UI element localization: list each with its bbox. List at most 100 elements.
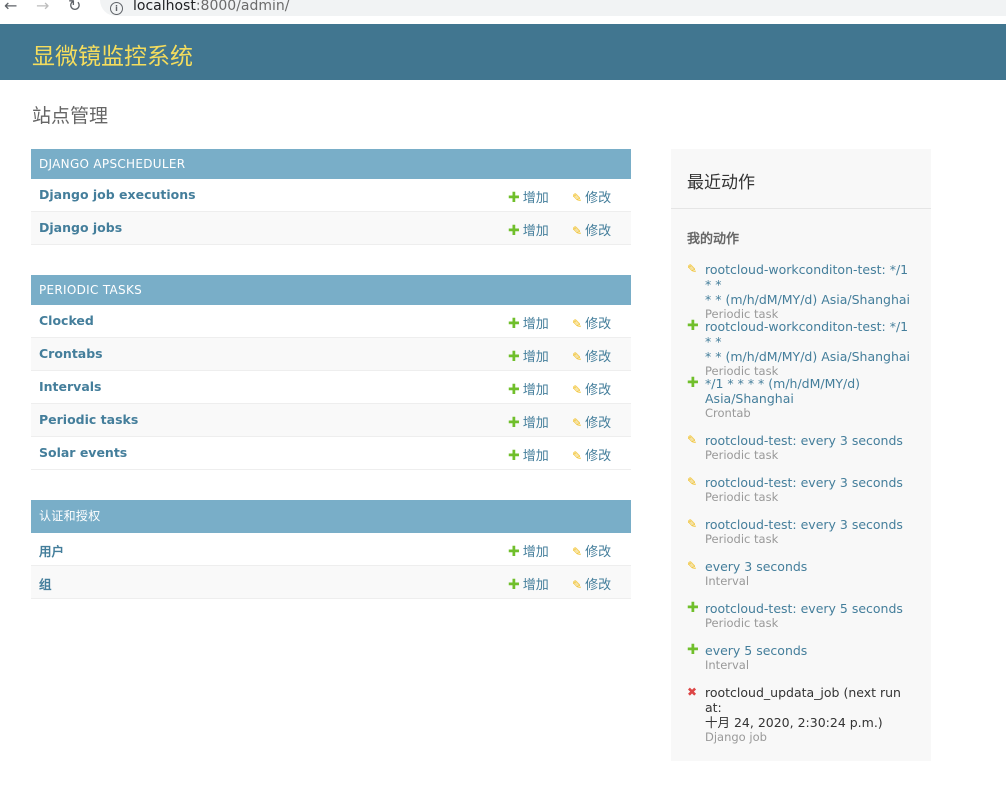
action-model-type: Crontab (705, 406, 751, 420)
plus-icon: ✚ (687, 642, 699, 658)
model-name-link[interactable]: 用户 (39, 541, 64, 560)
module-caption[interactable]: PERIODIC TASKS (31, 275, 631, 305)
change-link[interactable]: ✎ 修改 (572, 541, 611, 560)
site-info-icon[interactable]: i (110, 2, 123, 15)
action-item: ✖ rootcloud_updata_job (next run at: 十月 2… (687, 685, 917, 745)
add-label: 增加 (522, 578, 549, 593)
action-link[interactable]: rootcloud-test: every 3 seconds (705, 433, 917, 448)
add-link[interactable]: ✚ 增加 (508, 379, 549, 398)
recent-actions-title: 最近动作 (687, 173, 755, 193)
change-link[interactable]: ✎ 修改 (572, 379, 611, 398)
action-line: rootcloud-workconditon-test: */1 * * (705, 262, 909, 292)
action-link[interactable]: every 5 seconds (705, 643, 917, 658)
url-host: localhost (133, 0, 196, 14)
action-link[interactable]: rootcloud-workconditon-test: */1 * * * * … (705, 262, 917, 307)
model-name-link[interactable]: Django jobs (39, 220, 122, 235)
action-model-type: Periodic task (705, 490, 779, 504)
action-link[interactable]: rootcloud-test: every 3 seconds (705, 475, 917, 490)
model-name-link[interactable]: Solar events (39, 445, 127, 460)
my-actions-heading: 我的动作 (687, 232, 740, 247)
action-line: rootcloud-test: every 3 seconds (705, 475, 903, 490)
change-link[interactable]: ✎ 修改 (572, 412, 611, 431)
back-icon[interactable]: ← (4, 0, 17, 16)
pencil-icon: ✎ (572, 191, 583, 205)
action-link[interactable]: every 3 seconds (705, 559, 917, 574)
action-model-type: Interval (705, 658, 750, 672)
plus-icon: ✚ (508, 577, 520, 593)
pencil-icon: ✎ (687, 475, 698, 489)
pencil-icon: ✎ (572, 350, 583, 364)
action-item: ✎ rootcloud-test: every 3 seconds Period… (687, 433, 917, 463)
change-link[interactable]: ✎ 修改 (572, 346, 611, 365)
add-link[interactable]: ✚ 增加 (508, 313, 549, 332)
add-label: 增加 (522, 317, 549, 332)
change-link[interactable]: ✎ 修改 (572, 313, 611, 332)
url-path: :8000/admin/ (195, 0, 290, 14)
change-label: 修改 (585, 383, 612, 398)
pencil-icon: ✎ (572, 224, 583, 238)
pencil-icon: ✎ (687, 559, 698, 573)
model-name-link[interactable]: Crontabs (39, 346, 103, 361)
module-auth: 认证和授权 用户 ✚ 增加 ✎ 修改 组 ✚ 增加 ✎ 修改 (31, 500, 631, 599)
action-item: ✎ rootcloud-test: every 3 seconds Period… (687, 475, 917, 505)
recent-actions-panel: 最近动作 我的动作 ✎ rootcloud-workconditon-test:… (671, 149, 931, 761)
model-name-link[interactable]: 组 (39, 574, 52, 593)
model-name-link[interactable]: Clocked (39, 313, 94, 328)
action-item: ✚ */1 * * * * (m/h/dM/MY/d) Asia/Shanghai… (687, 376, 917, 421)
action-link[interactable]: rootcloud-test: every 5 seconds (705, 601, 917, 616)
model-row: Django jobs ✚ 增加 ✎ 修改 (31, 212, 631, 245)
add-link[interactable]: ✚ 增加 (508, 574, 549, 593)
change-link[interactable]: ✎ 修改 (572, 445, 611, 464)
plus-icon: ✚ (508, 544, 520, 560)
change-link[interactable]: ✎ 修改 (572, 187, 611, 206)
action-link[interactable]: rootcloud-test: every 3 seconds (705, 517, 917, 532)
action-link[interactable]: rootcloud-workconditon-test: */1 * * * * … (705, 319, 917, 364)
change-link[interactable]: ✎ 修改 (572, 574, 611, 593)
change-label: 修改 (585, 224, 612, 239)
model-row: Solar events ✚ 增加 ✎ 修改 (31, 437, 631, 470)
model-row: Django job executions ✚ 增加 ✎ 修改 (31, 179, 631, 212)
plus-icon: ✚ (508, 448, 520, 464)
add-link[interactable]: ✚ 增加 (508, 187, 549, 206)
action-text: rootcloud_updata_job (next run at: 十月 24,… (705, 685, 917, 730)
action-link[interactable]: */1 * * * * (m/h/dM/MY/d) Asia/Shanghai (705, 376, 917, 406)
action-model-type: Periodic task (705, 448, 779, 462)
add-link[interactable]: ✚ 增加 (508, 445, 549, 464)
reload-icon[interactable]: ↻ (68, 0, 81, 16)
module-caption[interactable]: 认证和授权 (31, 500, 631, 533)
model-name-link[interactable]: Intervals (39, 379, 101, 394)
plus-icon: ✚ (508, 190, 520, 206)
browser-toolbar: ← → ↻ i localhost:8000/admin/ (0, 0, 1006, 20)
model-name-link[interactable]: Django job executions (39, 187, 196, 202)
pencil-icon: ✎ (687, 433, 698, 447)
action-line: rootcloud-test: every 5 seconds (705, 601, 903, 616)
action-item: ✎ every 3 seconds Interval (687, 559, 917, 589)
change-label: 修改 (585, 578, 612, 593)
plus-icon: ✚ (508, 223, 520, 239)
action-model-type: Django job (705, 730, 767, 744)
action-model-type: Periodic task (705, 532, 779, 546)
plus-icon: ✚ (687, 600, 699, 616)
add-link[interactable]: ✚ 增加 (508, 541, 549, 560)
pencil-icon: ✎ (687, 517, 698, 531)
forward-icon[interactable]: → (36, 0, 49, 16)
model-name-link[interactable]: Periodic tasks (39, 412, 138, 427)
site-branding[interactable]: 显微镜监控系统 (32, 37, 193, 71)
add-link[interactable]: ✚ 增加 (508, 346, 549, 365)
add-link[interactable]: ✚ 增加 (508, 412, 549, 431)
model-row: Crontabs ✚ 增加 ✎ 修改 (31, 338, 631, 371)
divider (671, 208, 931, 209)
pencil-icon: ✎ (572, 449, 583, 463)
admin-header: 显微镜监控系统 (0, 24, 1006, 80)
plus-icon: ✚ (508, 316, 520, 332)
pencil-icon: ✎ (572, 545, 583, 559)
address-text[interactable]: localhost:8000/admin/ (133, 0, 290, 14)
module-caption[interactable]: DJANGO APSCHEDULER (31, 149, 631, 179)
action-line: * * (m/h/dM/MY/d) Asia/Shanghai (705, 349, 911, 364)
change-link[interactable]: ✎ 修改 (572, 220, 611, 239)
action-line: every 5 seconds (705, 643, 808, 658)
address-bar[interactable]: i localhost:8000/admin/ (100, 0, 1006, 16)
model-row: Periodic tasks ✚ 增加 ✎ 修改 (31, 404, 631, 437)
change-label: 修改 (585, 449, 612, 464)
add-link[interactable]: ✚ 增加 (508, 220, 549, 239)
